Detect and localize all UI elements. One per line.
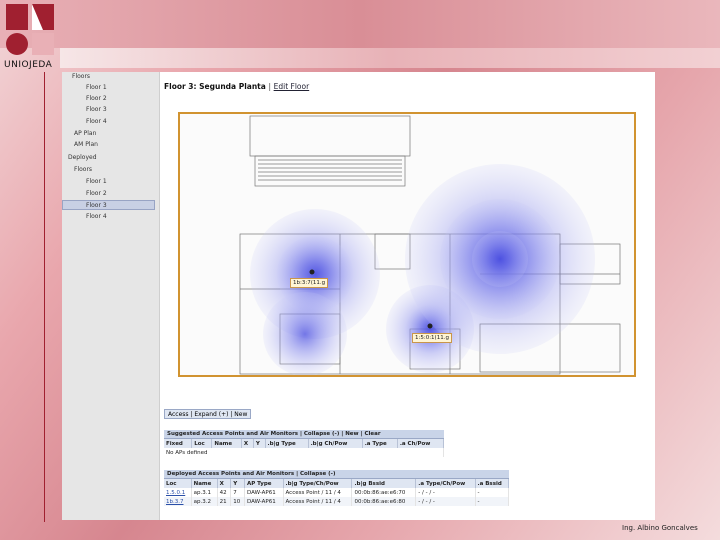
sidebar-item-deployed-floor-2[interactable]: Floor 2 xyxy=(86,189,107,199)
col-fixed: Fixed xyxy=(164,439,193,448)
edit-floor-link[interactable]: Edit Floor xyxy=(274,82,310,91)
col-bg-type: .b|g Type xyxy=(265,439,309,448)
suggested-heading[interactable]: Suggested Access Points and Air Monitors… xyxy=(164,430,444,439)
logo-text: UNIOJEDA xyxy=(4,60,53,70)
col-a-type: .a Type/Ch/Pow xyxy=(415,479,476,488)
row-a-bssid: - xyxy=(475,497,510,506)
row-y: 10 xyxy=(230,497,245,506)
col-a-chpow: .a Ch/Pow xyxy=(397,439,445,448)
col-name: Name xyxy=(211,439,242,448)
col-bg-bssid: .b|g Bssid xyxy=(351,479,417,488)
row-loc-link[interactable]: 1b.3.7 xyxy=(164,497,192,506)
accent-divider xyxy=(44,72,45,522)
row-y: 7 xyxy=(230,488,245,497)
deployed-heading[interactable]: Deployed Access Points and Air Monitors … xyxy=(164,470,509,479)
title-separator: | xyxy=(268,82,271,91)
col-loc: Loc xyxy=(164,479,192,488)
row-name: ap.3.2 xyxy=(191,497,218,506)
suggested-panel: Suggested Access Points and Air Monitors… xyxy=(164,430,445,457)
row-ap-type: DAW-AP61 xyxy=(244,497,284,506)
access-tabs[interactable]: Access | Expand (+) | New xyxy=(164,409,252,419)
suggested-empty-row: No APs defined xyxy=(164,448,444,457)
sidebar-item-deployed[interactable]: Deployed xyxy=(68,153,97,163)
floor-map[interactable] xyxy=(178,112,636,377)
sidebar-item-floor-1[interactable]: Floor 1 xyxy=(86,83,107,93)
row-bg-bssid: 00:0b:86:ae:e6:70 xyxy=(351,488,417,497)
col-a-type: .a Type xyxy=(362,439,398,448)
col-name: Name xyxy=(191,479,218,488)
row-loc-link[interactable]: 1.5.0.1 xyxy=(164,488,192,497)
ap-label-2[interactable]: 1:5:0:1(11.g xyxy=(412,333,452,343)
floor-plan-svg xyxy=(180,114,634,376)
row-bg-bssid: 00:0b:86:ae:e6:80 xyxy=(351,497,417,506)
col-x: X xyxy=(217,479,232,488)
row-name: ap.3.1 xyxy=(191,488,218,497)
sidebar-item-deployed-floor-1[interactable]: Floor 1 xyxy=(86,177,107,187)
sidebar-item-floor-3[interactable]: Floor 3 xyxy=(86,105,107,115)
suggested-header-row: Fixed Loc Name X Y .b|g Type .b|g Ch/Pow… xyxy=(164,439,445,448)
suggested-table: Fixed Loc Name X Y .b|g Type .b|g Ch/Pow… xyxy=(164,439,445,457)
page-title: Floor 3: Segunda Planta xyxy=(164,82,266,91)
row-a-bssid: - xyxy=(475,488,510,497)
ap-label-1[interactable]: 1b:3:7(11.g xyxy=(290,278,329,288)
row-ap-type: DAW-AP61 xyxy=(244,488,284,497)
row-bg-type: Access Point / 11 / 4 xyxy=(283,497,353,506)
table-row[interactable]: 1b.3.7 ap.3.2 21 10 DAW-AP61 Access Poin… xyxy=(164,497,510,506)
col-bg-chpow: .b|g Ch/Pow xyxy=(308,439,363,448)
col-bg-type: .b|g Type/Ch/Pow xyxy=(283,479,353,488)
col-y: Y xyxy=(253,439,266,448)
sidebar-item-deployed-floors[interactable]: Floors xyxy=(74,165,92,175)
table-row[interactable]: 1.5.0.1 ap.3.1 42 7 DAW-AP61 Access Poin… xyxy=(164,488,510,497)
col-ap-type: AP Type xyxy=(244,479,284,488)
row-x: 21 xyxy=(217,497,232,506)
sidebar: Floors Floor 1 Floor 2 Floor 3 Floor 4 A… xyxy=(62,72,160,520)
sidebar-item-ap-plan[interactable]: AP Plan xyxy=(74,129,96,139)
col-a-bssid: .a Bssid xyxy=(475,479,510,488)
row-a-type: - / - / - xyxy=(415,497,476,506)
sidebar-item-floors[interactable]: Floors xyxy=(72,72,90,82)
row-bg-type: Access Point / 11 / 4 xyxy=(283,488,353,497)
page-title-bar: Floor 3: Segunda Planta | Edit Floor xyxy=(164,82,309,91)
deployed-panel: Deployed Access Points and Air Monitors … xyxy=(164,470,510,506)
slide-top-band xyxy=(0,0,720,48)
col-x: X xyxy=(241,439,254,448)
sidebar-item-floor-4[interactable]: Floor 4 xyxy=(86,117,107,127)
row-x: 42 xyxy=(217,488,232,497)
col-loc: Loc xyxy=(191,439,213,448)
deployed-table: Loc Name X Y AP Type .b|g Type/Ch/Pow .b… xyxy=(164,479,510,506)
slide-decoration-band xyxy=(60,48,720,68)
sidebar-item-deployed-floor-4[interactable]: Floor 4 xyxy=(86,212,107,222)
empty-message: No APs defined xyxy=(164,448,444,457)
sidebar-item-floor-2[interactable]: Floor 2 xyxy=(86,94,107,104)
sidebar-item-deployed-floor-3[interactable]: Floor 3 xyxy=(62,200,155,210)
screenshot-area: Floors Floor 1 Floor 2 Floor 3 Floor 4 A… xyxy=(62,72,655,520)
sidebar-item-am-plan[interactable]: AM Plan xyxy=(74,140,98,150)
deployed-header-row: Loc Name X Y AP Type .b|g Type/Ch/Pow .b… xyxy=(164,479,510,488)
row-a-type: - / - / - xyxy=(415,488,476,497)
col-y: Y xyxy=(230,479,245,488)
author-credit: Ing. Albino Goncalves xyxy=(622,524,698,532)
